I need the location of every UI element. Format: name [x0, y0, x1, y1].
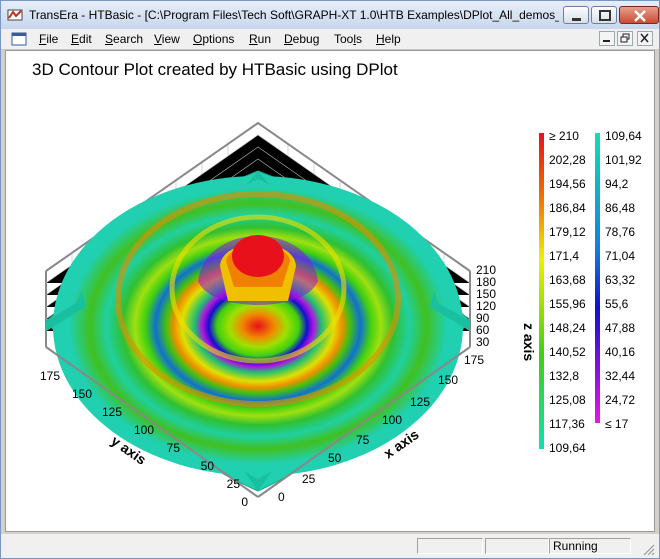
status-bar: Running	[1, 534, 659, 558]
close-icon	[640, 33, 649, 43]
legend-label: 117,36	[549, 417, 585, 431]
legend-label: 24,72	[605, 393, 635, 407]
plot-area[interactable]: 3D Contour Plot created by HTBasic using…	[5, 50, 655, 532]
plot-title: 3D Contour Plot created by HTBasic using…	[32, 60, 398, 79]
restore-icon	[620, 33, 630, 43]
menu-options[interactable]: Options	[193, 32, 234, 46]
x-tick: 75	[356, 433, 370, 447]
legend-label: 40,16	[605, 345, 635, 359]
menu-tools[interactable]: Tools	[334, 32, 362, 46]
document-icon[interactable]	[11, 32, 27, 46]
y-tick: 100	[134, 423, 154, 437]
legend-label: 132,8	[549, 369, 579, 383]
x-tick: 25	[302, 472, 316, 486]
legend-label: 86,48	[605, 201, 635, 215]
legend-label: 109,64	[605, 129, 642, 143]
app-window: TransEra - HTBasic - [C:\Program Files\T…	[0, 0, 660, 559]
contour-plot: 3D Contour Plot created by HTBasic using…	[32, 60, 642, 509]
z-tick: 30	[476, 335, 490, 349]
legend-label: 140,52	[549, 345, 586, 359]
close-icon	[634, 10, 646, 22]
title-bar[interactable]: TransEra - HTBasic - [C:\Program Files\T…	[1, 1, 659, 29]
legend-label: 71,04	[605, 249, 635, 263]
legend-label: 109,64	[549, 441, 586, 455]
window-title: TransEra - HTBasic - [C:\Program Files\T…	[29, 8, 559, 22]
legend-label: 101,92	[605, 153, 642, 167]
legend-label: 179,12	[549, 225, 586, 239]
close-button[interactable]	[619, 6, 659, 24]
legend-label: 94,2	[605, 177, 629, 191]
maximize-icon	[599, 10, 611, 21]
mdi-close-button[interactable]	[637, 31, 653, 46]
x-tick: 175	[464, 353, 484, 367]
legend-label: 78,76	[605, 225, 635, 239]
legend-label: 47,88	[605, 321, 635, 335]
legend-bar-low	[595, 133, 600, 423]
menu-file[interactable]: File	[39, 32, 58, 46]
menu-run[interactable]: Run	[249, 32, 271, 46]
legend-label: 63,32	[605, 273, 635, 287]
x-tick: 100	[382, 413, 402, 427]
legend-label: 148,24	[549, 321, 586, 335]
legend-label: 155,96	[549, 297, 586, 311]
y-tick: 50	[201, 459, 215, 473]
legend-label: 125,08	[549, 393, 586, 407]
htbasic-app-icon	[7, 9, 23, 21]
color-legend: ≥ 210 202,28 194,56 186,84 179,12 171,4 …	[539, 129, 642, 455]
x-tick: 125	[410, 395, 430, 409]
status-pane	[485, 538, 549, 554]
legend-col1: ≥ 210 202,28 194,56 186,84 179,12 171,4 …	[549, 129, 586, 455]
z-axis: 210 180 150 120 90 60 30 z axis	[476, 263, 537, 361]
y-tick: 125	[102, 405, 122, 419]
menu-debug[interactable]: Debug	[284, 32, 319, 46]
legend-label: ≥ 210	[549, 129, 579, 143]
minimize-icon	[603, 40, 610, 42]
y-tick: 175	[40, 369, 60, 383]
maximize-button[interactable]	[591, 6, 617, 24]
y-tick: 150	[72, 387, 92, 401]
y-tick: 0	[241, 495, 248, 509]
legend-label: 55,6	[605, 297, 629, 311]
legend-label: ≤ 17	[605, 417, 629, 431]
status-running: Running	[549, 538, 631, 554]
y-tick: 25	[227, 477, 241, 491]
menu-edit[interactable]: Edit	[71, 32, 92, 46]
mdi-minimize-button[interactable]	[599, 31, 615, 46]
legend-label: 171,4	[549, 249, 579, 263]
minimize-icon	[572, 18, 581, 21]
status-pane	[417, 538, 483, 554]
minimize-button[interactable]	[563, 6, 589, 24]
x-tick: 50	[328, 451, 342, 465]
x-tick: 150	[438, 373, 458, 387]
y-tick: 75	[167, 441, 181, 455]
legend-col2: 109,64 101,92 94,2 86,48 78,76 71,04 63,…	[605, 129, 642, 431]
legend-label: 202,28	[549, 153, 586, 167]
menu-view[interactable]: View	[154, 32, 180, 46]
legend-label: 32,44	[605, 369, 635, 383]
menu-search[interactable]: Search	[105, 32, 143, 46]
legend-bar-high	[539, 133, 544, 449]
x-tick: 0	[278, 490, 285, 504]
legend-label: 194,56	[549, 177, 586, 191]
legend-label: 186,84	[549, 201, 586, 215]
resize-grip-icon[interactable]	[641, 542, 655, 556]
z-axis-label: z axis	[521, 323, 537, 361]
mdi-restore-button[interactable]	[617, 31, 633, 46]
legend-label: 163,68	[549, 273, 586, 287]
menu-help[interactable]: Help	[376, 32, 401, 46]
menu-bar: File Edit Search View Options Run Debug …	[1, 29, 659, 50]
